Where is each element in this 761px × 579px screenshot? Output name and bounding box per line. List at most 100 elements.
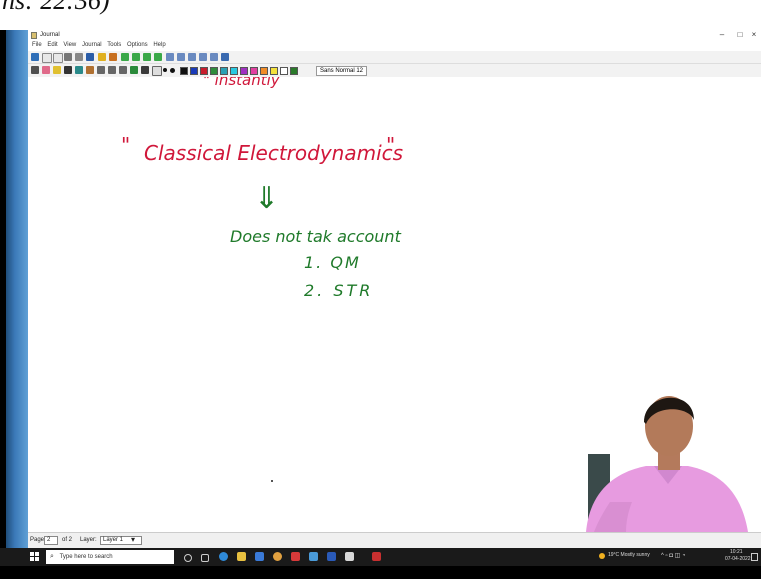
list-item-str: 2. STR [304,281,374,300]
edge-icon[interactable] [219,552,228,561]
open-icon[interactable] [53,53,63,63]
status-bar: Page 2 of 2 Layer: Layer 1 ▾ [28,532,761,549]
layer-dropdown-icon[interactable]: ▾ [131,535,135,544]
menu-bar: File Edit View Journal Tools Options Hel… [28,42,761,51]
bottom-band [0,566,761,579]
undo-icon[interactable] [98,53,106,61]
color-swatch-gray[interactable] [220,67,228,75]
color-swatch-red[interactable] [200,67,208,75]
text-icon[interactable] [64,66,72,74]
classical-electrodynamics-heading: Classical Electrodynamics [144,141,404,165]
stray-dot [271,480,273,482]
color-swatch-black[interactable] [180,67,188,75]
list-item-qm: 1. QM [304,253,361,272]
menu-edit[interactable]: Edit [47,42,57,48]
next-page-icon[interactable] [143,53,151,61]
menu-options[interactable]: Options [127,42,148,48]
menu-help[interactable]: Help [153,42,165,48]
tray-icons[interactable]: ^ ▫ ◘ ◫ ◔ [661,552,686,559]
zoom-in-icon[interactable] [188,53,196,61]
previous-page-icon[interactable] [132,53,140,61]
thickness-thick-icon[interactable] [170,68,175,73]
journal-page[interactable]: " instantly " Classical Electrodynamics … [28,77,761,532]
zoom-out-icon[interactable] [166,53,174,61]
color-swatch-yellow[interactable] [270,67,278,75]
chrome-icon[interactable] [273,552,282,561]
font-button[interactable]: Sans Normal 12 [316,66,368,76]
title-close-quote: " [386,133,396,157]
zoom-width-icon[interactable] [199,53,207,61]
file-explorer-icon[interactable] [237,552,246,561]
eraser-icon[interactable] [42,66,50,74]
partial-red-text: " instantly [203,77,280,89]
page-count: of 2 [62,537,73,543]
select-rectangle-icon[interactable] [108,66,116,74]
thickness-fine-icon[interactable] [152,66,162,76]
hand-icon[interactable] [130,66,138,74]
default-pen-icon[interactable] [141,66,149,74]
search-icon: ⌕ [50,553,54,560]
note-text: Does not tak account [230,227,401,246]
save-icon[interactable] [31,53,39,61]
acrobat-icon[interactable] [372,552,381,561]
layer-label: Layer: [80,537,97,543]
top-caption: ns: 22:36) [0,0,761,30]
cut-icon[interactable] [64,53,72,61]
color-swatch-blue[interactable] [190,67,198,75]
presenter-video [586,396,748,532]
taskbar: ⌕ Type here to search 19°C Mostly sunny … [0,548,761,566]
page-number-input[interactable]: 2 [44,536,58,545]
color-swatch-magenta[interactable] [250,67,258,75]
menu-tools[interactable]: Tools [107,42,121,48]
close-button[interactable]: × [744,30,761,39]
title-bar: Journal – □ × [28,30,761,42]
media-icon[interactable] [291,552,300,561]
down-arrow: ⇓ [254,181,280,216]
search-placeholder: Type here to search [59,554,113,560]
menu-journal[interactable]: Journal [82,42,102,48]
vertical-space-icon[interactable] [119,66,127,74]
app-icon[interactable] [345,552,354,561]
first-page-icon[interactable] [121,53,129,61]
layer-select[interactable]: Layer 1 [100,536,142,545]
weather-icon[interactable] [599,553,605,559]
highlighter-icon[interactable] [53,66,61,74]
last-page-icon[interactable] [154,53,162,61]
ruler-icon[interactable] [86,66,94,74]
weather-text[interactable]: 19°C Mostly sunny [608,552,650,558]
windows-start-icon[interactable] [30,552,40,562]
store-icon[interactable] [255,552,264,561]
tools-toolbar: Sans Normal 12 [28,64,761,78]
menu-view[interactable]: View [63,42,76,48]
color-swatch-orange[interactable] [260,67,268,75]
title-open-quote: " [121,133,131,157]
thickness-medium-icon[interactable] [163,68,167,72]
color-swatch-lightblue[interactable] [230,67,238,75]
taskbar-search-box[interactable]: ⌕ Type here to search [46,550,174,564]
clock-time[interactable]: 10:21 [730,549,743,555]
redo-icon[interactable] [109,53,117,61]
mail-icon[interactable] [309,552,318,561]
color-swatch-custom[interactable] [290,67,298,75]
zoom-100-icon[interactable] [177,53,185,61]
copy-icon[interactable] [75,53,83,61]
new-page-icon[interactable] [42,53,52,63]
pen-icon[interactable] [31,66,39,74]
color-swatch-green[interactable] [210,67,218,75]
task-view-icon[interactable] [201,554,209,562]
cortana-icon[interactable] [184,554,192,562]
color-swatch-white[interactable] [280,67,288,75]
zoom-height-icon[interactable] [210,53,218,61]
color-swatch-lightgreen[interactable] [240,67,248,75]
select-region-icon[interactable] [97,66,105,74]
word-icon[interactable] [327,552,336,561]
shape-recognizer-icon[interactable] [75,66,83,74]
notification-icon[interactable] [751,553,758,561]
fullscreen-icon[interactable] [221,53,229,61]
paste-icon[interactable] [86,53,94,61]
clock-date[interactable]: 07-04-2022 [725,556,751,562]
minimize-button[interactable]: – [712,30,732,39]
presenter-side-bar [6,30,28,548]
journal-window: Journal – □ × File Edit View Journal Too… [28,30,761,549]
menu-file[interactable]: File [32,42,42,48]
